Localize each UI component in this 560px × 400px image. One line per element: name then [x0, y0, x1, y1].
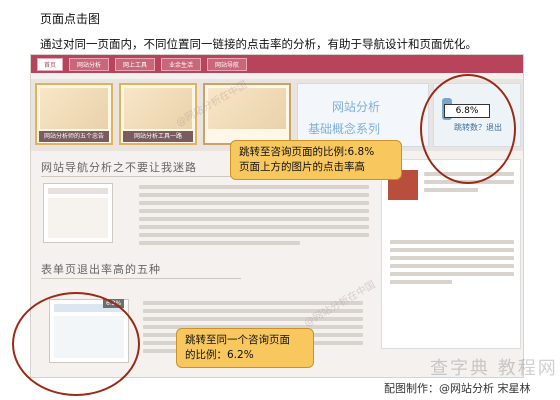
brand-watermark: 查字典 教程网 — [430, 358, 558, 379]
nav-tab-navigation[interactable]: 网站导航 — [207, 58, 247, 71]
top-callout-line1: 跳转至咨询页面的比例:6.8% — [239, 146, 375, 158]
article-heading-navigation[interactable]: 网站导航分析之不要让我迷路 — [41, 159, 241, 177]
top-highlight-ellipse — [420, 74, 516, 184]
banner-card-advice-caption: 网站分析师的五个忠告 — [39, 131, 109, 142]
nav-tab-life[interactable]: 业余生活 — [161, 58, 201, 71]
sidebar-panel — [381, 159, 521, 349]
article-thumbnail-top[interactable] — [43, 183, 113, 243]
nav-tab-analytics[interactable]: 网站分析 — [69, 58, 109, 71]
bottom-highlight-ellipse — [12, 292, 140, 396]
top-callout-line2: 页面上方的图片的点击率高 — [239, 161, 365, 173]
bottom-callout-line1: 跳转至同一个咨询页面 — [185, 334, 290, 346]
top-callout: 跳转至咨询页面的比例:6.8% 页面上方的图片的点击率高 — [230, 140, 402, 180]
banner-card-concepts[interactable]: 网站分析 基础概念系列 — [297, 83, 429, 147]
nav-tab-home[interactable]: 首页 — [37, 58, 63, 71]
article-heading-form[interactable]: 表单页退出率高的五种 — [41, 261, 241, 279]
intro-text: 通过对同一页面内，不同位置同一链接的点击率的分析，有助于导航设计和页面优化。 — [40, 37, 477, 51]
nav-tab-tools[interactable]: 网上工具 — [115, 58, 155, 71]
bottom-callout-line2: 的比例：6.2% — [185, 349, 254, 361]
bottom-callout: 跳转至同一个咨询页面 的比例：6.2% — [176, 328, 314, 368]
article-text-top — [139, 185, 369, 249]
banner-card-advice[interactable]: 网站分析师的五个忠告 — [35, 83, 113, 145]
credit-text: 配图制作：@网站分析 宋星林 — [384, 382, 531, 395]
concepts-title: 网站分析 — [332, 100, 381, 114]
site-navbar: 首页 网站分析 网上工具 业余生活 网站导航 — [31, 55, 523, 73]
page-title: 页面点击图 — [40, 12, 101, 26]
banner-card-tools-caption: 网站分析工具一路 — [123, 131, 193, 142]
concepts-subtitle: 基础概念系列 — [308, 122, 381, 136]
